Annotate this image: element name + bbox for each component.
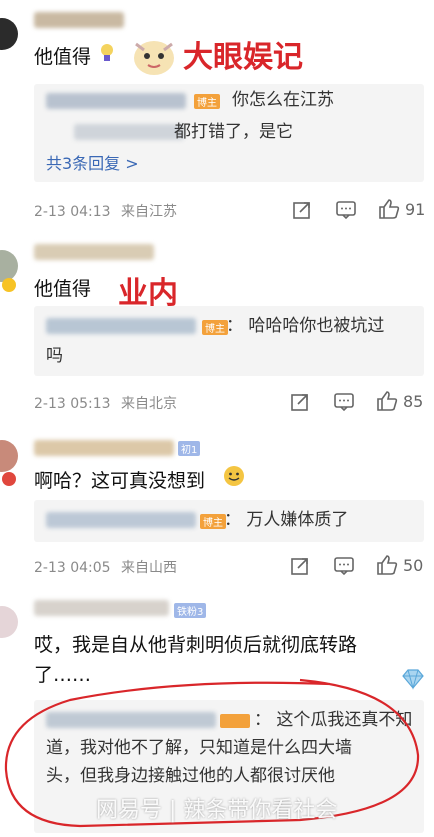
comment-location: 来自北京 (121, 396, 178, 412)
like-count: 85 (403, 392, 424, 411)
lightbulb-emoji (98, 42, 116, 64)
reply-text: 道，我对他不了解，只知道是什么四大墙 (46, 738, 352, 758)
comment-text: 啊哈？这可真没想到 (34, 470, 206, 492)
reply-text: 都打错了，是它 (174, 122, 293, 142)
reply-box: 博主 ： 万人嫌体质了 (34, 500, 424, 542)
reply-username-blurred[interactable] (46, 93, 186, 109)
reply-text: ： 这个瓜我还真不知 (254, 710, 413, 730)
share-icon[interactable] (290, 556, 310, 576)
reply-username-blurred[interactable] (46, 512, 196, 528)
timestamp: 2-13 04:13 来自江苏 (34, 201, 177, 221)
reply-text: 头，但我身边接触过他的人都很讨厌他 (46, 766, 335, 786)
share-icon[interactable] (292, 200, 312, 220)
reply-mention-blurred (74, 124, 184, 140)
timestamp: 2-13 04:05 来自山西 (34, 557, 177, 577)
reply-username-blurred[interactable] (46, 712, 216, 728)
comment-time: 2-13 04:05 (34, 560, 111, 576)
author-badge (220, 714, 250, 728)
bottom-watermark: 网易号 | 辣条带你看社会 (96, 798, 338, 823)
watermark-annotation: 大眼娱记 (183, 40, 303, 75)
like-icon[interactable] (376, 390, 398, 411)
timestamp: 2-13 05:13 来自北京 (34, 393, 177, 413)
comment-text: 哎，我是自从他背刺明侦后就彻底转路 (34, 634, 358, 656)
avatar[interactable] (0, 606, 18, 638)
reply-box: 博主 ： 哈哈哈你也被坑过 吗 (34, 306, 424, 376)
like-count: 50 (403, 556, 424, 575)
share-icon[interactable] (290, 392, 310, 412)
avatar[interactable] (0, 440, 18, 472)
reply-text: ： 哈哈哈你也被坑过 (226, 316, 385, 336)
comment-text: 他值得 (34, 278, 92, 300)
like-icon[interactable] (376, 554, 398, 575)
avatar[interactable] (0, 18, 18, 50)
comment-text: 了…… (34, 664, 92, 686)
fan-level-badge: 初1 (178, 441, 201, 456)
reply-text: 吗 (46, 346, 63, 366)
like-icon[interactable] (378, 198, 400, 219)
verified-badge-icon (2, 278, 16, 292)
cartoon-sticker (130, 32, 178, 78)
fan-level-badge: 铁粉3 (174, 603, 207, 618)
username-blurred[interactable] (34, 12, 124, 28)
comment-icon[interactable] (335, 200, 356, 220)
reply-text: 你怎么在江苏 (232, 90, 334, 110)
reply-box: 博主 你怎么在江苏 都打错了，是它 共3条回复 > (34, 84, 424, 182)
username-blurred[interactable] (34, 244, 154, 260)
reply-text: ： 万人嫌体质了 (224, 510, 349, 530)
username-blurred[interactable] (34, 440, 174, 456)
reply-username-blurred[interactable] (46, 318, 196, 334)
member-badge-icon (2, 472, 16, 486)
comment-time: 2-13 04:13 (34, 204, 111, 220)
author-badge: 博主 (194, 94, 220, 109)
comment-location: 来自江苏 (121, 204, 178, 220)
comment-time: 2-13 05:13 (34, 396, 111, 412)
more-replies-link[interactable]: 共3条回复 > (46, 150, 139, 178)
comment-location: 来自山西 (121, 560, 178, 576)
like-count: 91 (405, 200, 426, 219)
username-blurred[interactable] (34, 600, 169, 616)
author-badge: 博主 (200, 514, 226, 529)
diamond-icon (400, 668, 426, 690)
comment-icon[interactable] (333, 392, 354, 412)
comment-text: 他值得 (34, 46, 92, 68)
smile-emoji (222, 464, 246, 488)
comment-icon[interactable] (333, 556, 354, 576)
author-badge: 博主 (202, 320, 228, 335)
